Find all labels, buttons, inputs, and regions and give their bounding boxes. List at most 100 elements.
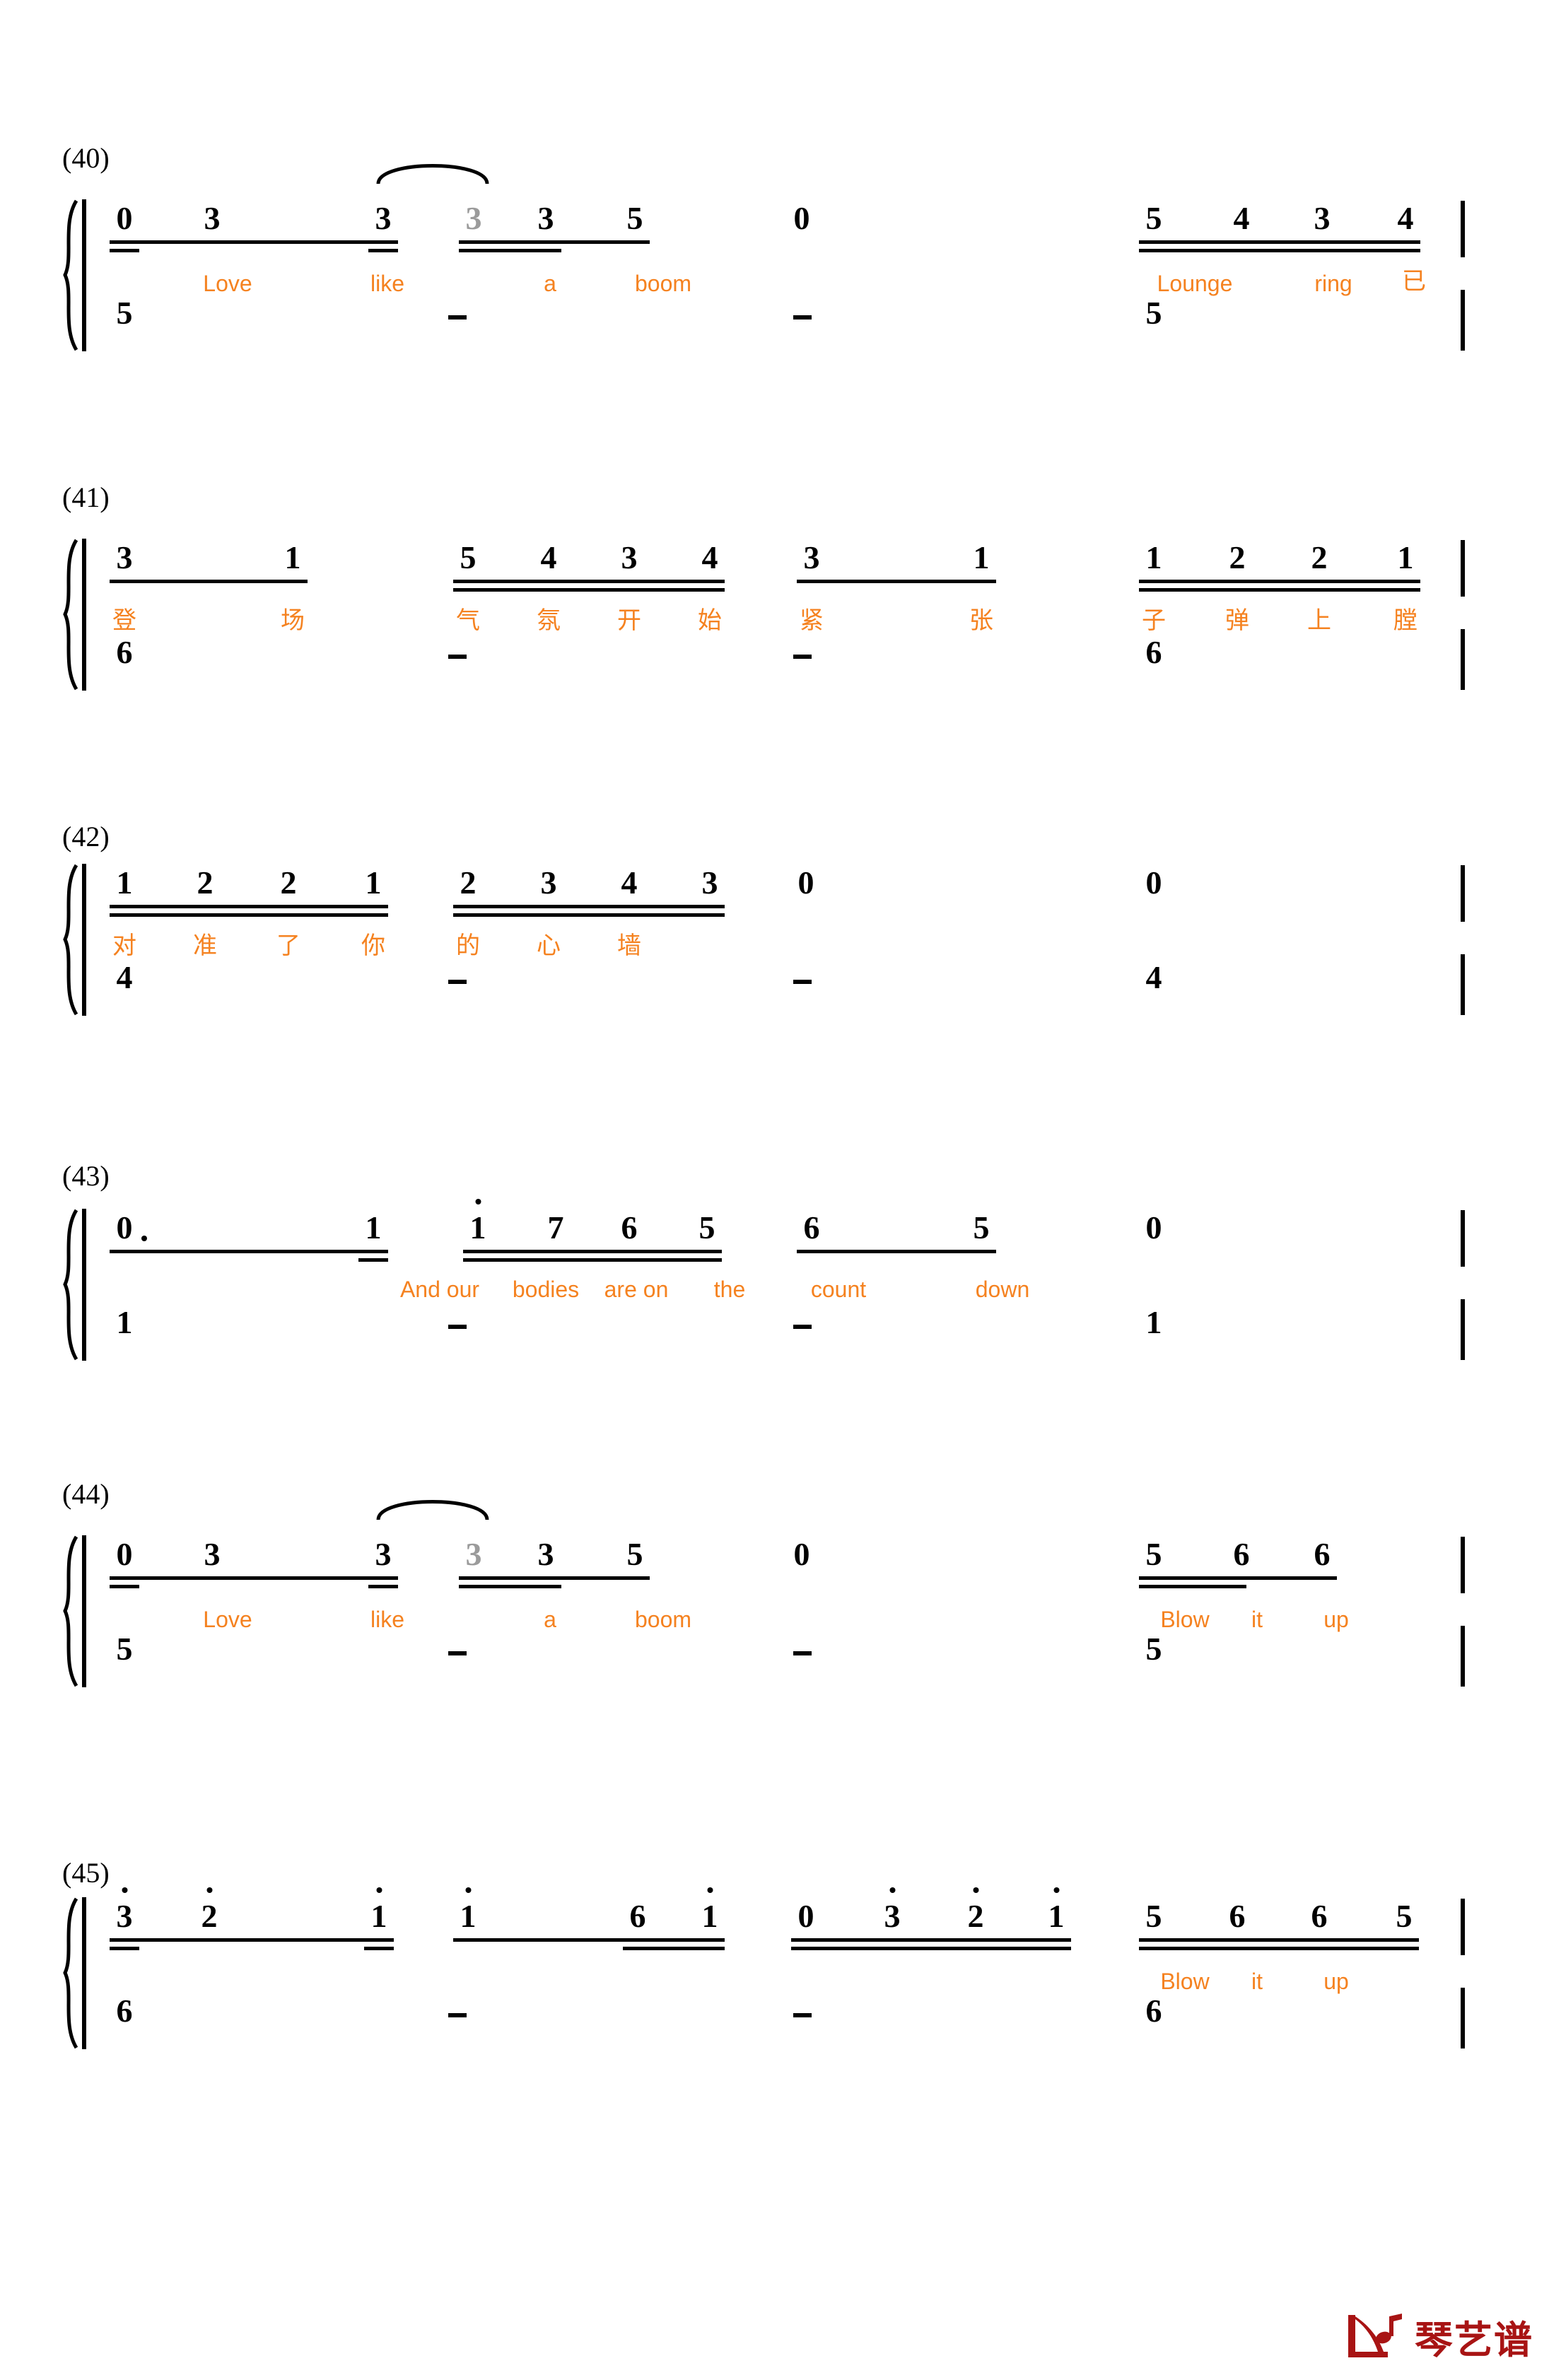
note: 3 <box>540 864 557 901</box>
duration-dash <box>448 1325 467 1329</box>
lyric: 膛 <box>1393 607 1418 634</box>
closing-barline-treble <box>1461 1537 1465 1593</box>
lyric: Blow <box>1160 1607 1210 1632</box>
beam <box>110 1585 139 1588</box>
note: 6 <box>1311 1898 1328 1934</box>
beam <box>110 1576 398 1580</box>
lyric: boom <box>634 271 692 296</box>
note: 4 <box>1233 200 1250 236</box>
note: 3 <box>375 200 392 236</box>
note: 6 <box>1233 1536 1250 1572</box>
note-tied: 3 <box>465 200 482 236</box>
lyric: like <box>370 1607 405 1632</box>
note: 5 <box>698 1209 715 1245</box>
note: 3 <box>537 200 554 236</box>
closing-barline-bass <box>1461 1299 1465 1360</box>
note: 1 <box>973 539 990 575</box>
bass-note: 4 <box>1145 959 1162 995</box>
lyric: 开 <box>617 607 641 634</box>
lyric: count <box>810 1277 867 1302</box>
note: 2 <box>197 864 214 901</box>
closing-barline-treble <box>1461 540 1465 597</box>
beam <box>791 1947 1071 1950</box>
note: 1 <box>116 864 133 901</box>
grand-staff-brace <box>55 1209 79 1361</box>
note: 3 <box>117 1887 133 1933</box>
duration-dash <box>793 1651 812 1655</box>
note: 2 <box>460 864 477 901</box>
lyric: 弹 <box>1225 607 1249 634</box>
lyric: down <box>975 1277 1030 1302</box>
beam <box>1139 580 1420 583</box>
beam <box>623 1947 725 1950</box>
opening-barline <box>82 539 86 691</box>
grand-staff-brace <box>55 199 79 351</box>
note: 3 <box>1314 200 1331 236</box>
lyric: a <box>544 271 556 296</box>
note: 5 <box>626 1536 643 1572</box>
note: 3 <box>375 1536 392 1572</box>
note: 0 <box>1145 1209 1162 1245</box>
duration-dash <box>448 2013 467 2017</box>
beam <box>368 1585 398 1588</box>
note: 3 <box>701 864 718 901</box>
lyric: 场 <box>281 607 305 634</box>
opening-barline <box>82 1535 86 1687</box>
opening-barline <box>82 199 86 351</box>
note: 7 <box>547 1209 564 1245</box>
lyric: bodies <box>512 1277 580 1302</box>
note: 4 <box>701 539 718 575</box>
lyric: 墙 <box>617 932 641 959</box>
opening-barline <box>82 1209 86 1361</box>
octave-dot-high <box>376 1887 382 1893</box>
note: 0 <box>116 200 133 236</box>
site-logo[interactable]: 琴艺谱 <box>1343 2309 1533 2364</box>
note: 0 <box>1145 864 1162 901</box>
note-tied: 3 <box>465 1536 482 1572</box>
note: 5 <box>460 539 477 575</box>
bass-note: 5 <box>1145 1631 1162 1667</box>
beam <box>1139 1938 1419 1942</box>
lyric: up <box>1323 1969 1349 1994</box>
note: 2 <box>201 1887 218 1933</box>
beam <box>364 1947 394 1950</box>
octave-dot-high <box>206 1887 212 1893</box>
note: 1 <box>702 1887 718 1933</box>
beam <box>459 1585 561 1588</box>
note: 5 <box>1145 1536 1162 1572</box>
measure-number: (44) <box>62 1478 110 1510</box>
note: 1 <box>284 539 301 575</box>
beam <box>459 1576 650 1580</box>
measure-number: (41) <box>62 481 110 513</box>
duration-dash <box>793 1325 812 1329</box>
note: 4 <box>1397 200 1414 236</box>
lyric: Love <box>203 1607 252 1632</box>
beam <box>110 913 388 917</box>
duration-dash <box>793 315 812 320</box>
lyric: are on <box>604 1277 669 1302</box>
lyric: up <box>1323 1607 1349 1632</box>
beam <box>110 240 398 244</box>
lyric: 心 <box>537 932 561 959</box>
beam <box>797 580 996 583</box>
beam <box>110 580 308 583</box>
note: 4 <box>540 539 557 575</box>
bass-note: 1 <box>1145 1304 1162 1340</box>
beam <box>453 580 725 583</box>
lyric: Lounge <box>1157 271 1233 296</box>
lyric: like <box>370 271 405 296</box>
note: 2 <box>280 864 297 901</box>
note: 1 <box>365 864 382 901</box>
beam <box>1139 1947 1419 1950</box>
lyric: boom <box>634 1607 692 1632</box>
note: 6 <box>1314 1536 1331 1572</box>
octave-dot-high <box>889 1887 895 1893</box>
closing-barline-bass <box>1461 1988 1465 2048</box>
grand-staff-brace <box>55 1535 79 1687</box>
octave-dot-high <box>122 1887 127 1893</box>
lyric: 了 <box>276 932 300 959</box>
beam <box>459 240 650 244</box>
sheet-music-page: (40) 0 3 3 Love like 3 3 5 a boom 0 5 4 <box>0 0 1549 2380</box>
closing-barline-treble <box>1461 1899 1465 1955</box>
lyric: 的 <box>456 932 480 959</box>
